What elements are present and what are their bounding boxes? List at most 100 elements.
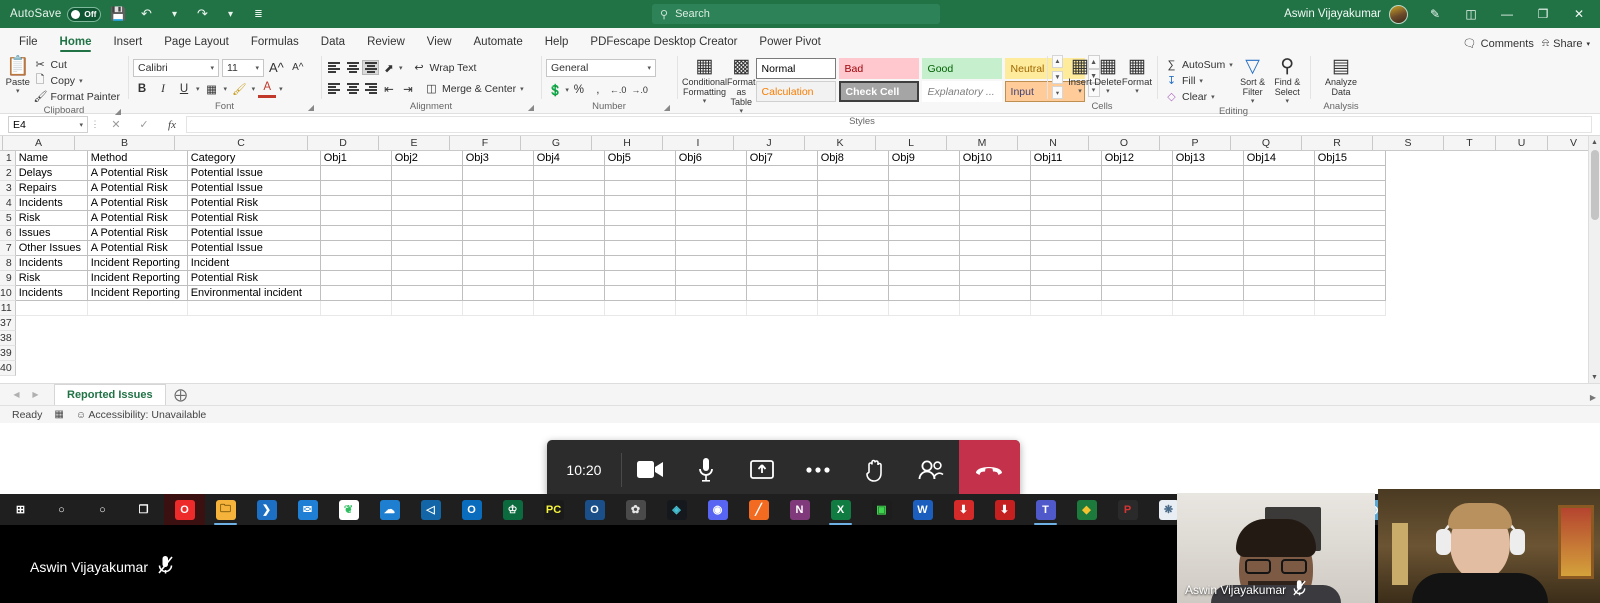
cell-K38[interactable]: [817, 331, 889, 346]
cell-B3[interactable]: A Potential Risk: [87, 181, 188, 196]
cut-button[interactable]: ✂ Cut: [31, 57, 123, 72]
redo-chevron-down-icon[interactable]: ▾: [219, 3, 241, 25]
cell-S10[interactable]: [1385, 286, 1457, 301]
cell-K9[interactable]: [817, 271, 889, 286]
cell-O5[interactable]: [1101, 211, 1173, 226]
cell-S11[interactable]: [1385, 301, 1457, 316]
cell-H7[interactable]: [604, 241, 676, 256]
cell-M6[interactable]: [959, 226, 1031, 241]
cell-D3[interactable]: [320, 181, 392, 196]
conditional-formatting-button[interactable]: ▦ Conditional Formatting ▾: [682, 55, 727, 105]
cell-K8[interactable]: [817, 256, 889, 271]
cell-A39[interactable]: [15, 346, 88, 361]
align-right-button[interactable]: [362, 81, 379, 96]
cell-E6[interactable]: [391, 226, 463, 241]
increase-decimal-icon[interactable]: ←.0: [608, 81, 629, 99]
cell-T10[interactable]: [1456, 286, 1509, 301]
cell-F40[interactable]: [462, 361, 534, 376]
number-dialog-launcher-icon[interactable]: ◢: [664, 101, 670, 114]
autosum-chevron-down-icon[interactable]: ▾: [1229, 61, 1233, 69]
brave-orange-icon[interactable]: ╱: [738, 494, 779, 525]
paste-chevron-down-icon[interactable]: ▾: [16, 88, 20, 95]
cell-F2[interactable]: [462, 166, 534, 181]
undo-chevron-down-icon[interactable]: ▾: [163, 3, 185, 25]
cell-D40[interactable]: [320, 361, 392, 376]
column-header-p[interactable]: P: [1160, 136, 1231, 151]
cell-D4[interactable]: [320, 196, 392, 211]
cell-A10[interactable]: Incidents: [15, 286, 88, 301]
cell-O3[interactable]: [1101, 181, 1173, 196]
cell-F11[interactable]: [462, 301, 534, 316]
tab-power-pivot[interactable]: Power Pivot: [748, 34, 831, 52]
cell-K11[interactable]: [817, 301, 889, 316]
cell-F8[interactable]: [462, 256, 534, 271]
align-left-button[interactable]: [326, 81, 343, 96]
cell-R6[interactable]: [1314, 226, 1386, 241]
cell-G4[interactable]: [533, 196, 605, 211]
tab-insert[interactable]: Insert: [102, 34, 153, 52]
delete-cells-chevron-down-icon[interactable]: ▾: [1106, 88, 1110, 95]
autosave-toggle[interactable]: AutoSave Off: [10, 6, 102, 22]
cell-L4[interactable]: [888, 196, 960, 211]
cell-O9[interactable]: [1101, 271, 1173, 286]
cell-H11[interactable]: [604, 301, 676, 316]
cell-E4[interactable]: [391, 196, 463, 211]
customize-quick-access-icon[interactable]: ≣: [247, 3, 269, 25]
align-top-button[interactable]: [326, 60, 343, 75]
cell-U38[interactable]: [1508, 331, 1561, 346]
accounting-chevron-down-icon[interactable]: ▾: [565, 86, 569, 94]
column-header-c[interactable]: C: [175, 136, 308, 151]
cell-P7[interactable]: [1172, 241, 1244, 256]
cell-C5[interactable]: Potential Risk: [187, 211, 321, 226]
cell-Q38[interactable]: [1243, 331, 1315, 346]
microphone-icon[interactable]: [678, 440, 734, 499]
cell-style-bad[interactable]: Bad: [838, 58, 919, 79]
outlook-icon[interactable]: O: [451, 494, 492, 525]
formula-bar-grip[interactable]: ⋮: [88, 119, 102, 130]
row-header-1[interactable]: 1: [0, 151, 16, 166]
cell-K40[interactable]: [817, 361, 889, 376]
row-header-5[interactable]: 5: [0, 211, 16, 226]
cell-U40[interactable]: [1508, 361, 1561, 376]
diamond-icon[interactable]: ◆: [1066, 494, 1107, 525]
cell-A2[interactable]: Delays: [15, 166, 88, 181]
cell-G39[interactable]: [533, 346, 605, 361]
cell-T39[interactable]: [1456, 346, 1509, 361]
cell-T2[interactable]: [1456, 166, 1509, 181]
share-screen-icon[interactable]: [734, 440, 790, 499]
cell-E39[interactable]: [391, 346, 463, 361]
evernote-icon[interactable]: ❦: [328, 494, 369, 525]
cell-B11[interactable]: [87, 301, 188, 316]
cell-P9[interactable]: [1172, 271, 1244, 286]
cell-D37[interactable]: [320, 316, 392, 331]
cell-N38[interactable]: [1030, 331, 1102, 346]
cell-U8[interactable]: [1508, 256, 1561, 271]
cell-P5[interactable]: [1172, 211, 1244, 226]
column-header-l[interactable]: L: [876, 136, 947, 151]
cell-B10[interactable]: Incident Reporting: [87, 286, 188, 301]
cell-I8[interactable]: [675, 256, 747, 271]
people-icon[interactable]: [903, 440, 959, 499]
row-header-2[interactable]: 2: [0, 166, 16, 181]
tab-automate[interactable]: Automate: [463, 34, 534, 52]
cell-G8[interactable]: [533, 256, 605, 271]
cell-C4[interactable]: Potential Risk: [187, 196, 321, 211]
cell-A8[interactable]: Incidents: [15, 256, 88, 271]
cell-P3[interactable]: [1172, 181, 1244, 196]
cell-D1[interactable]: Obj1: [320, 151, 392, 166]
cell-Q6[interactable]: [1243, 226, 1315, 241]
cell-G7[interactable]: [533, 241, 605, 256]
cell-F39[interactable]: [462, 346, 534, 361]
cell-U10[interactable]: [1508, 286, 1561, 301]
cell-P6[interactable]: [1172, 226, 1244, 241]
cell-O4[interactable]: [1101, 196, 1173, 211]
cell-F4[interactable]: [462, 196, 534, 211]
cell-H1[interactable]: Obj5: [604, 151, 676, 166]
row-header-38[interactable]: 38: [0, 331, 16, 346]
minimize-button[interactable]: —: [1490, 1, 1524, 27]
cell-T40[interactable]: [1456, 361, 1509, 376]
cell-I40[interactable]: [675, 361, 747, 376]
snapdownloader-icon[interactable]: ⬇: [943, 494, 984, 525]
cell-L37[interactable]: [888, 316, 960, 331]
cell-R2[interactable]: [1314, 166, 1386, 181]
